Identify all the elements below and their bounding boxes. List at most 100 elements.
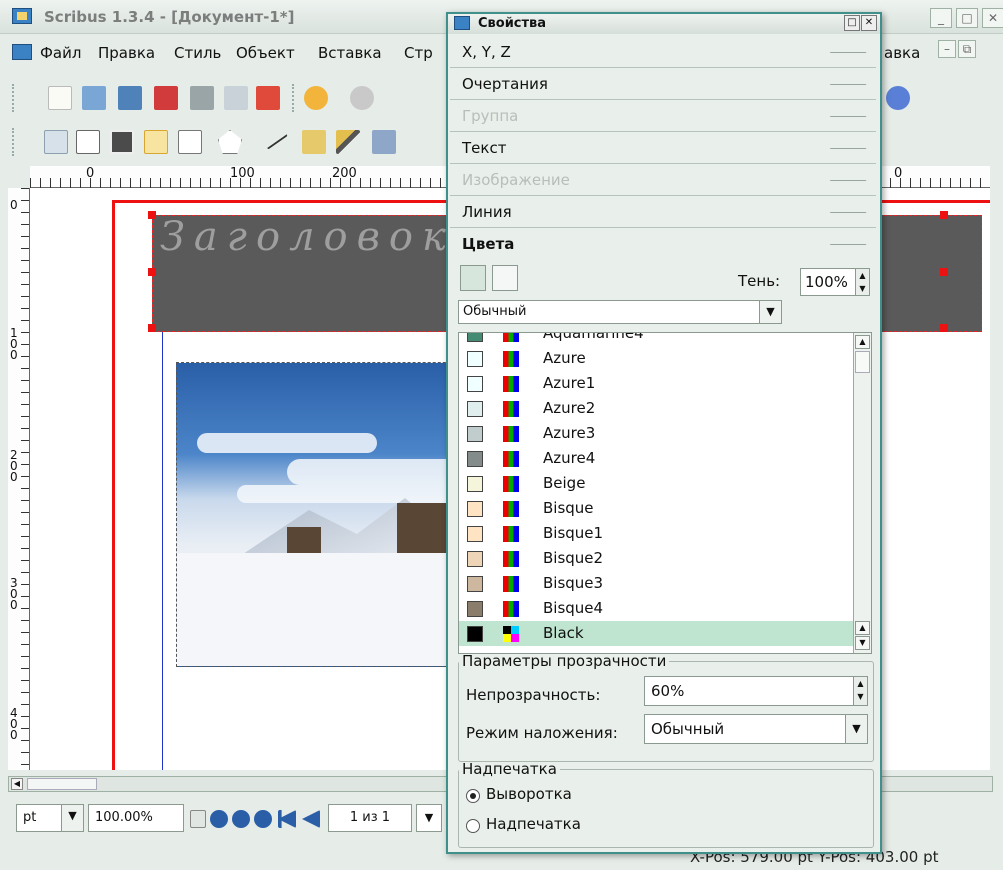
zoom-out-icon[interactable] <box>210 810 228 828</box>
zoom-input[interactable]: 100.00% <box>88 804 184 832</box>
color-swatch <box>467 501 483 517</box>
scroll-left-arrow[interactable]: ◀ <box>11 778 23 790</box>
rgb-icon <box>503 576 519 592</box>
scroll-up-arrow[interactable]: ▲ <box>855 335 870 349</box>
minimize-button[interactable]: _ <box>930 8 952 28</box>
overprint-label[interactable]: Надпечатка <box>486 815 581 833</box>
spinner-icon[interactable]: ▲ ▼ <box>853 677 867 705</box>
resize-handle[interactable] <box>148 268 156 276</box>
preflight-icon[interactable] <box>224 86 248 110</box>
menu-style[interactable]: Стиль <box>174 44 221 62</box>
list-item[interactable]: Azure1 <box>459 371 853 396</box>
rgb-icon <box>503 426 519 442</box>
close-button[interactable]: ✕ <box>982 8 1003 28</box>
mdi-restore-button[interactable]: ⧉ <box>958 40 976 58</box>
scroll-up-arrow[interactable]: ▲ <box>855 621 870 635</box>
gradient-type-select[interactable]: Обычный ▼ <box>458 300 782 324</box>
ruler-label: 0 <box>86 166 95 181</box>
fill-color-bucket-icon[interactable] <box>492 265 518 291</box>
list-item-selected[interactable]: Black <box>459 621 853 646</box>
scroll-thumb[interactable] <box>27 778 97 790</box>
zoom-spinner[interactable] <box>190 810 206 828</box>
color-list[interactable]: Aquamarine4 Azure Azure1 Azure2 Azure3 A… <box>458 332 872 654</box>
resize-handle[interactable] <box>940 268 948 276</box>
select-arrow-icon[interactable] <box>44 130 68 154</box>
page-select[interactable]: 1 из 1 <box>328 804 412 832</box>
zoom-in-icon[interactable] <box>254 810 272 828</box>
knockout-label[interactable]: Выворотка <box>486 785 572 803</box>
menu-edit[interactable]: Правка <box>98 44 155 62</box>
color-name: Azure <box>543 349 586 367</box>
list-item[interactable]: Bisque <box>459 496 853 521</box>
knockout-radio[interactable] <box>466 789 480 803</box>
print-icon[interactable] <box>190 86 214 110</box>
menu-page[interactable]: Стр <box>404 44 433 62</box>
polygon-icon[interactable] <box>218 130 242 154</box>
list-item[interactable]: Beige <box>459 471 853 496</box>
rotate-icon[interactable] <box>372 130 396 154</box>
palette-close-button[interactable]: ✕ <box>861 15 877 31</box>
color-list-scrollbar[interactable]: ▲ ▲ ▼ <box>853 333 871 653</box>
text-frame-icon[interactable] <box>76 130 100 154</box>
previous-page-icon[interactable] <box>302 810 320 828</box>
list-item[interactable]: Bisque2 <box>459 546 853 571</box>
first-page-icon[interactable] <box>278 810 296 828</box>
palette-title-bar[interactable]: Свойства □ ✕ <box>448 14 880 34</box>
section-shape[interactable]: Очертания <box>450 68 876 100</box>
stroke-color-pencil-icon[interactable] <box>460 265 486 291</box>
shade-input[interactable]: 100% ▲ ▼ <box>800 268 870 296</box>
blend-mode-select[interactable]: Обычный ▼ <box>644 714 868 744</box>
menu-object[interactable]: Объект <box>236 44 295 62</box>
menu-help-fragment[interactable]: авка <box>884 44 920 62</box>
color-name: Bisque3 <box>543 574 604 592</box>
resize-handle[interactable] <box>940 211 948 219</box>
list-item[interactable]: Azure3 <box>459 421 853 446</box>
menu-file[interactable]: Файл <box>40 44 81 62</box>
export-pdf-icon[interactable] <box>256 86 280 110</box>
overprint-radio[interactable] <box>466 819 480 833</box>
mdi-minimize-button[interactable]: – <box>938 40 956 58</box>
image-frame-winter-photo[interactable] <box>176 362 476 667</box>
toolbar-grip[interactable] <box>12 128 16 156</box>
scroll-down-arrow[interactable]: ▼ <box>855 636 870 650</box>
spinner-icon[interactable]: ▲ ▼ <box>855 269 869 295</box>
undo-icon[interactable] <box>304 86 328 110</box>
save-icon[interactable] <box>118 86 142 110</box>
close-document-icon[interactable] <box>154 86 178 110</box>
page-dropdown[interactable]: ▼ <box>416 804 442 832</box>
section-text[interactable]: Текст <box>450 132 876 164</box>
section-colors[interactable]: Цвета <box>450 228 876 260</box>
image-frame-icon[interactable] <box>110 130 134 154</box>
maximize-button[interactable]: □ <box>956 8 978 28</box>
header-text[interactable]: Заголовок <box>160 214 455 260</box>
scroll-thumb[interactable] <box>855 351 870 373</box>
list-item[interactable]: Aquamarine4 <box>459 333 853 346</box>
shape-icon[interactable] <box>178 130 202 154</box>
list-item[interactable]: Azure4 <box>459 446 853 471</box>
palette-shade-button[interactable]: □ <box>844 15 860 31</box>
open-folder-icon[interactable] <box>82 86 106 110</box>
toolbar-grip[interactable] <box>12 84 16 112</box>
bezier-icon[interactable] <box>302 130 326 154</box>
table-icon[interactable] <box>144 130 168 154</box>
bezier-tool-icon[interactable] <box>886 86 910 110</box>
redo-icon[interactable] <box>350 86 374 110</box>
list-item[interactable]: Bisque1 <box>459 521 853 546</box>
list-item[interactable]: Bisque4 <box>459 596 853 621</box>
unit-select[interactable]: pt ▼ <box>16 804 84 832</box>
section-line[interactable]: Линия <box>450 196 876 228</box>
list-item[interactable]: Azure <box>459 346 853 371</box>
resize-handle[interactable] <box>148 211 156 219</box>
resize-handle[interactable] <box>940 324 948 332</box>
list-item[interactable]: Azure2 <box>459 396 853 421</box>
new-document-icon[interactable] <box>48 86 72 110</box>
section-xyz[interactable]: X, Y, Z <box>450 36 876 68</box>
zoom-100-icon[interactable] <box>232 810 250 828</box>
resize-handle[interactable] <box>148 324 156 332</box>
toolbar-grip[interactable] <box>292 84 296 112</box>
opacity-input[interactable]: 60% ▲ ▼ <box>644 676 868 706</box>
list-item[interactable]: Bisque3 <box>459 571 853 596</box>
freehand-pencil-icon[interactable] <box>336 130 360 154</box>
line-icon[interactable] <box>260 124 288 150</box>
menu-insert[interactable]: Вставка <box>318 44 382 62</box>
